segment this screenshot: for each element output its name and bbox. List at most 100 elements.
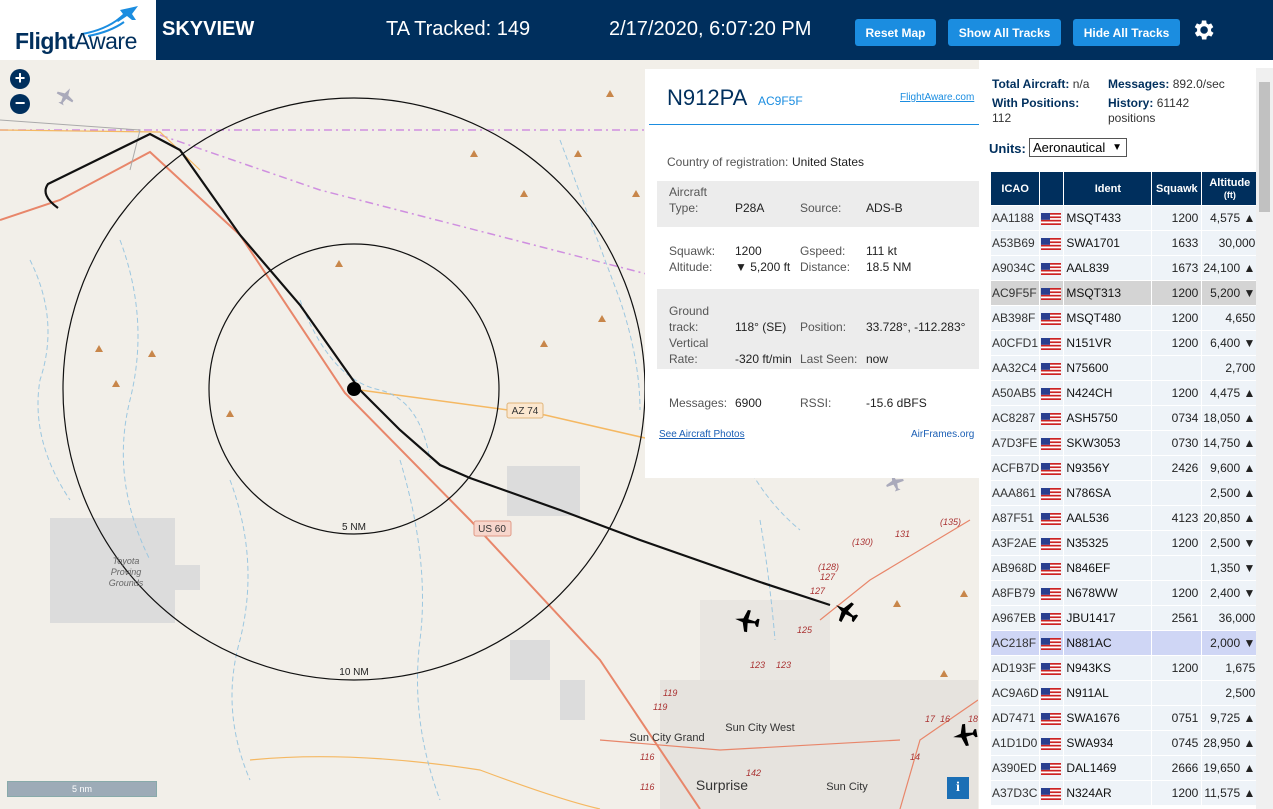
az74-road — [359, 389, 646, 439]
position-value: 33.728°, -112.283° — [866, 320, 966, 334]
squawk-cell: 2426 — [1151, 455, 1203, 481]
svg-text:(135): (135) — [940, 517, 961, 527]
us-flag-icon — [1041, 462, 1062, 475]
table-row[interactable]: A53B69 SWA1701 1633 30,000 — [989, 230, 1263, 256]
flag-cell — [1039, 455, 1065, 481]
us-flag-icon — [1041, 587, 1062, 600]
ident-cell: N678WW — [1063, 580, 1153, 606]
table-row[interactable]: AB398F MSQT480 1200 4,650 — [989, 305, 1263, 331]
wash — [29, 259, 71, 501]
col-ident[interactable]: Ident — [1063, 171, 1153, 206]
gear-icon[interactable] — [1190, 17, 1216, 43]
altitude-cell: 36,000 — [1201, 605, 1259, 631]
squawk-cell: 4123 — [1151, 505, 1203, 531]
flightaware-link[interactable]: FlightAware.com — [900, 92, 974, 103]
us-flag-icon — [1041, 362, 1062, 375]
airframes-link[interactable]: AirFrames.org — [911, 429, 974, 440]
altitude-cell: 9,600 ▲ — [1201, 455, 1259, 481]
col-flag[interactable] — [1039, 171, 1065, 206]
table-row[interactable]: A0CFD1 N151VR 1200 6,400 ▼ — [989, 330, 1263, 356]
squawk-cell: 0745 — [1151, 730, 1203, 756]
altitude-cell: 2,400 ▼ — [1201, 580, 1259, 606]
hide-all-tracks-button[interactable]: Hide All Tracks — [1073, 19, 1180, 46]
table-row[interactable]: ACFB7D N9356Y 2426 9,600 ▲ — [989, 455, 1263, 481]
rssi-value: -15.6 dBFS — [866, 396, 927, 410]
zoom-in-button[interactable]: + — [10, 69, 30, 89]
show-all-tracks-button[interactable]: Show All Tracks — [948, 19, 1061, 46]
icao-cell: A0CFD1 — [989, 330, 1041, 356]
tracked-count: TA Tracked: 149 — [386, 18, 531, 40]
table-row[interactable]: A8FB79 N678WW 1200 2,400 ▼ — [989, 580, 1263, 606]
ident-cell: ASH5750 — [1063, 405, 1153, 431]
aircraft-photos-link[interactable]: See Aircraft Photos — [659, 429, 745, 440]
table-row[interactable]: AAA861 N786SA 2,500 ▲ — [989, 480, 1263, 506]
table-row[interactable]: A390ED DAL1469 2666 19,650 ▲ — [989, 755, 1263, 781]
col-squawk[interactable]: Squawk — [1151, 171, 1203, 206]
table-row[interactable]: AC218F N881AC 2,000 ▼ — [989, 630, 1263, 656]
reset-map-button[interactable]: Reset Map — [855, 19, 936, 46]
squawk-cell: 2561 — [1151, 605, 1203, 631]
selected-aircraft-icon[interactable] — [830, 596, 862, 628]
zoom-out-button[interactable]: − — [10, 94, 30, 114]
table-row[interactable]: A1D1D0 SWA934 0745 28,950 ▲ — [989, 730, 1263, 756]
table-row[interactable]: A967EB JBU1417 2561 36,000 — [989, 605, 1263, 631]
ident-cell: SWA934 — [1063, 730, 1153, 756]
sidebar-scrollbar[interactable] — [1256, 68, 1273, 809]
info-icon[interactable]: i — [947, 777, 969, 799]
table-row[interactable]: AB968D N846EF 1,350 ▼ — [989, 555, 1263, 581]
us-flag-icon — [1041, 687, 1062, 700]
scrollbar-thumb[interactable] — [1259, 82, 1270, 212]
panel-divider — [649, 124, 979, 125]
flag-cell — [1039, 530, 1065, 556]
ground-track-label: Ground — [669, 304, 710, 318]
col-icao[interactable]: ICAO — [989, 171, 1041, 206]
col-altitude[interactable]: Altitude (ft) — [1201, 171, 1259, 206]
flag-cell — [1039, 730, 1065, 756]
flag-cell — [1039, 330, 1065, 356]
squawk-cell: 1200 — [1151, 305, 1203, 331]
ident-cell: SWA1676 — [1063, 705, 1153, 731]
wash — [119, 239, 151, 561]
ident-cell: N75600 — [1063, 355, 1153, 381]
icao-cell: AC9A6D — [989, 680, 1041, 706]
table-row[interactable]: A7D3FE SKW3053 0730 14,750 ▲ — [989, 430, 1263, 456]
ident-cell: MSQT480 — [1063, 305, 1153, 331]
us-flag-icon — [1041, 287, 1062, 300]
us-flag-icon — [1041, 562, 1062, 575]
us60-label: US 60 — [478, 524, 506, 535]
with-positions: With Positions: — [992, 96, 1080, 110]
table-row[interactable]: A3F2AE N35325 1200 2,500 ▼ — [989, 530, 1263, 556]
gspeed-label: Gspeed: — [800, 244, 846, 258]
table-row[interactable]: A9034C AAL839 1673 24,100 ▲ — [989, 255, 1263, 281]
vertical-rate-value: -320 ft/min — [735, 352, 792, 366]
table-row[interactable]: AD193F N943KS 1200 1,675 — [989, 655, 1263, 681]
svg-text:123: 123 — [776, 660, 791, 670]
table-row[interactable]: AA1188 MSQT433 1200 4,575 ▲ — [989, 205, 1263, 231]
table-row[interactable]: AC8287 ASH5750 0734 18,050 ▲ — [989, 405, 1263, 431]
town-label-sun-city: Sun City — [826, 781, 868, 793]
table-row[interactable]: A50AB5 N424CH 1200 4,475 ▲ — [989, 380, 1263, 406]
table-row[interactable]: AC9F5F MSQT313 1200 5,200 ▼ — [989, 280, 1263, 306]
us60-highway — [0, 150, 701, 809]
flag-cell — [1039, 255, 1065, 281]
dropdown-arrow-icon: ▼ — [1112, 142, 1122, 153]
aircraft-type-label: Type: — [669, 201, 699, 215]
units-select[interactable]: Aeronautical ▼ — [1029, 138, 1127, 157]
icao-cell: ACFB7D — [989, 455, 1041, 481]
flag-cell — [1039, 680, 1065, 706]
gray-area-2 — [560, 680, 585, 720]
svg-text:116: 116 — [640, 782, 654, 792]
table-row[interactable]: AD7471 SWA1676 0751 9,725 ▲ — [989, 705, 1263, 731]
squawk-cell: 1633 — [1151, 230, 1203, 256]
table-row[interactable]: A87F51 AAL536 4123 20,850 ▲ — [989, 505, 1263, 531]
flightaware-logo[interactable]: FlightAware — [0, 0, 156, 60]
table-row[interactable]: AA32C4 N75600 2,700 — [989, 355, 1263, 381]
flag-cell — [1039, 480, 1065, 506]
icao-cell: AD7471 — [989, 705, 1041, 731]
table-row[interactable]: AC9A6D N911AL 2,500 — [989, 680, 1263, 706]
icao-cell: A50AB5 — [989, 380, 1041, 406]
ident-cell: MSQT313 — [1063, 280, 1153, 306]
svg-text:119: 119 — [663, 688, 677, 698]
table-row[interactable]: A37D3C N324AR 1200 11,575 ▲ — [989, 780, 1263, 806]
vertical-rate-label: Vertical — [669, 336, 709, 350]
